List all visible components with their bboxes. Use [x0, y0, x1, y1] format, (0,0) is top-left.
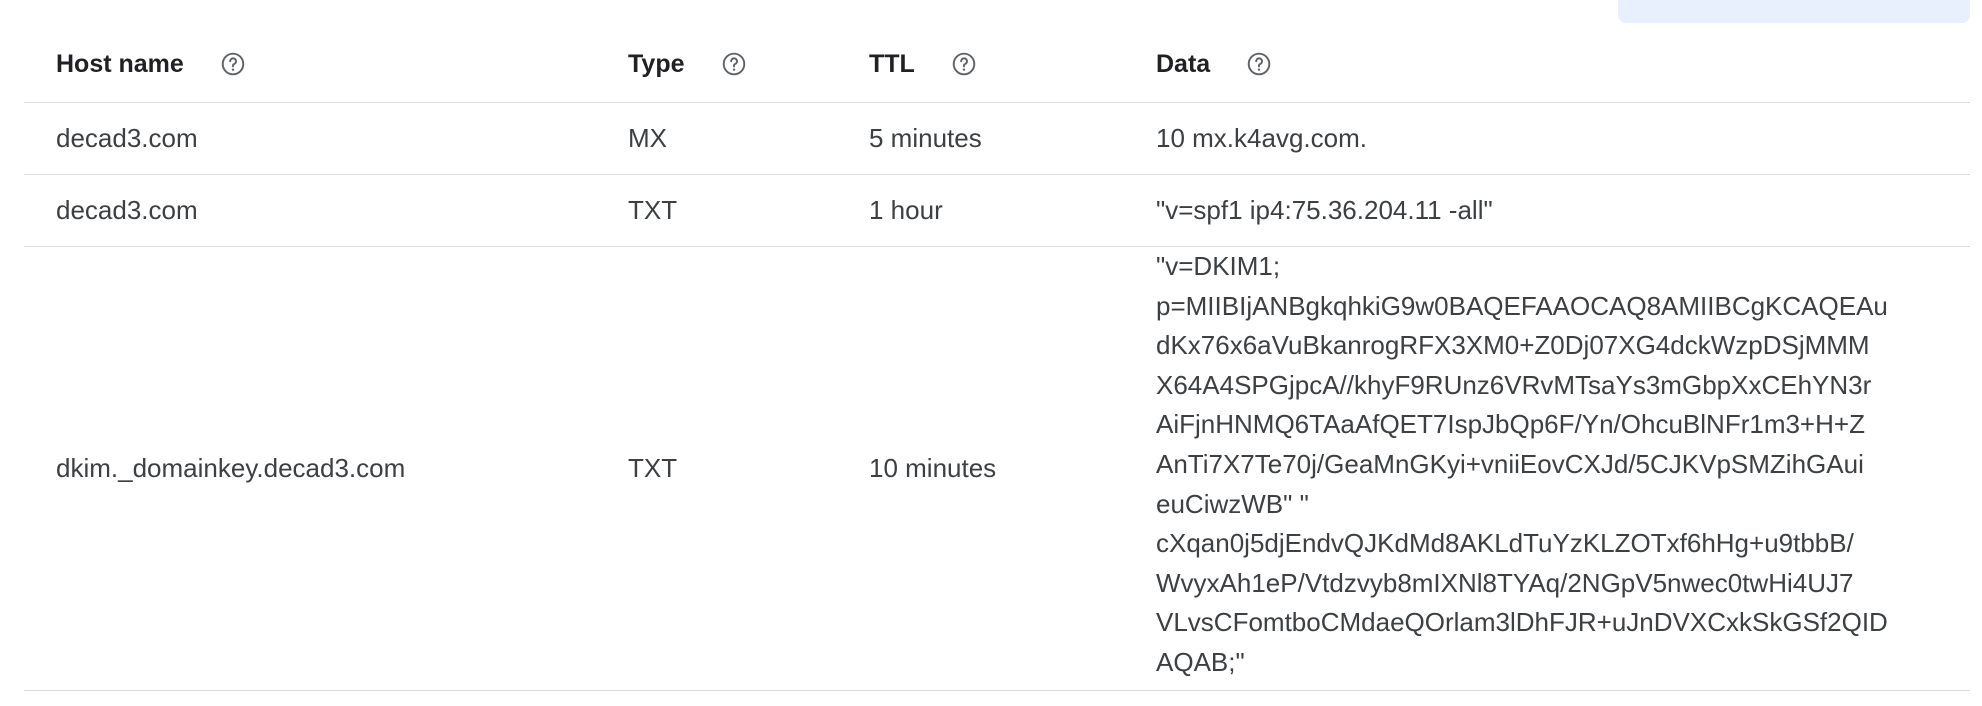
data-line: "v=DKIM1;: [1156, 251, 1281, 281]
column-header-label: TTL: [869, 49, 915, 78]
cell-host-name: decad3.com: [56, 195, 198, 225]
top-action-button[interactable]: [1618, 0, 1970, 23]
column-header-label: Type: [628, 49, 685, 78]
cell-type: MX: [628, 123, 667, 153]
column-header-ttl: TTL: [869, 26, 977, 102]
table-header-row: Host name Type TTL Data: [24, 26, 1970, 103]
data-line: dKx76x6aVuBkanrogRFX3XM0+Z0Dj07XG4dckWzp…: [1156, 330, 1870, 361]
cell-ttl: 5 minutes: [869, 123, 982, 153]
help-circle-icon[interactable]: [220, 51, 246, 77]
data-line: euCiwzWB" ": [1156, 488, 1309, 519]
table-row[interactable]: decad3.com TXT 1 hour "v=spf1 ip4:75.36.…: [24, 175, 1970, 247]
data-line: VLvsCFomtboCMdaeQOrlam3lDhFJR+uJnDVXCxkS…: [1156, 607, 1888, 638]
table-row[interactable]: decad3.com MX 5 minutes 10 mx.k4avg.com.: [24, 103, 1970, 175]
help-circle-icon[interactable]: [1246, 51, 1272, 77]
cell-ttl: 10 minutes: [869, 453, 997, 483]
cell-data: 10 mx.k4avg.com.: [1156, 123, 1367, 153]
data-line: AnTi7X7Te70j/GeaMnGKyi+vniiEovCXJd/5CJKV…: [1156, 448, 1864, 479]
help-circle-icon[interactable]: [951, 51, 977, 77]
column-header-label: Data: [1156, 49, 1211, 78]
data-line: WvyxAh1eP/Vtdzvyb8mIXNl8TYAq/2NGpV5nwec0…: [1156, 567, 1854, 598]
cell-data: "v=DKIM1; p=MIIBIjANBgkqhkiG9w0BAQEFAAOC…: [1156, 247, 1936, 683]
cell-host-name: decad3.com: [56, 123, 198, 153]
cell-host-name: dkim._domainkey.decad3.com: [56, 453, 406, 483]
dns-records-table: Host name Type TTL Data decad3.com MX 5 …: [24, 26, 1970, 691]
column-header-label: Host name: [56, 49, 184, 78]
cell-ttl: 1 hour: [869, 195, 943, 225]
data-line: X64A4SPGjpcA//khyF9RUnz6VRvMTsaYs3mGbpXx…: [1156, 369, 1872, 400]
data-line: AiFjnHNMQ6TAaAfQET7IspJbQp6F/Yn/OhcuBlNF…: [1156, 409, 1865, 440]
cell-type: TXT: [628, 453, 678, 483]
column-header-host-name: Host name: [56, 26, 246, 102]
table-row[interactable]: dkim._domainkey.decad3.com TXT 10 minute…: [24, 247, 1970, 691]
column-header-type: Type: [628, 26, 747, 102]
data-line: AQAB;": [1156, 646, 1245, 677]
cell-data: "v=spf1 ip4:75.36.204.11 -all": [1156, 195, 1493, 225]
data-line: cXqan0j5djEndvQJKdMd8AKLdTuYzKLZOTxf6hHg…: [1156, 528, 1854, 559]
cell-type: TXT: [628, 195, 678, 225]
data-line: p=MIIBIjANBgkqhkiG9w0BAQEFAAOCAQ8AMIIBCg…: [1156, 290, 1888, 321]
column-header-data: Data: [1156, 26, 1272, 102]
help-circle-icon[interactable]: [721, 51, 747, 77]
